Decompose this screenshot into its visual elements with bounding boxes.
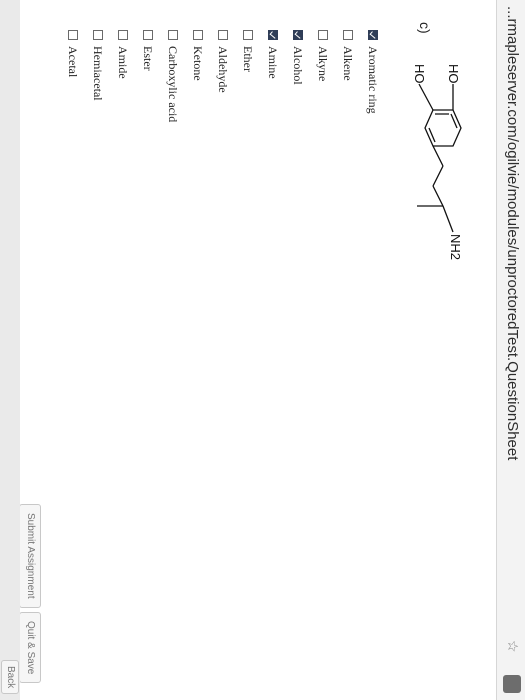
photo-stage: ...rmapleserver.com/ogilvie/modules/unpr… (0, 0, 525, 700)
checkbox[interactable] (343, 30, 353, 40)
bottom-toolbar: Back (0, 0, 20, 700)
checkbox[interactable] (243, 30, 253, 40)
option-label: Ketone (191, 46, 206, 81)
checkbox[interactable] (218, 30, 228, 40)
benzene-ring (424, 109, 462, 147)
checkbox[interactable] (168, 30, 178, 40)
checkbox[interactable] (318, 30, 328, 40)
checkbox[interactable] (193, 30, 203, 40)
option-row[interactable]: Hemiacetal (88, 30, 108, 122)
url-text[interactable]: ...rmapleserver.com/ogilvie/modules/unpr… (504, 6, 521, 460)
address-bar[interactable]: ...rmapleserver.com/ogilvie/modules/unpr… (496, 0, 525, 700)
question-label: c) (417, 22, 433, 34)
hydroxyl-bottom: HO (412, 64, 427, 84)
browser-page: ...rmapleserver.com/ogilvie/modules/unpr… (0, 0, 525, 700)
checkbox[interactable] (293, 30, 303, 40)
option-label: Ether (241, 46, 256, 72)
quit-and-save-button[interactable]: Quit & Save (19, 612, 41, 684)
extension-icon[interactable] (503, 675, 521, 693)
option-row[interactable]: Amine (263, 30, 283, 122)
option-row[interactable]: Acetal (63, 30, 83, 122)
checkbox[interactable] (68, 30, 78, 40)
option-row[interactable]: Alcohol (288, 30, 308, 122)
molecule-structure: HO HO NH2 (412, 64, 463, 260)
amine-group: NH2 (448, 234, 463, 260)
back-button[interactable]: Back (1, 660, 19, 695)
side-chain (417, 83, 454, 233)
option-label: Carboxylic acid (166, 46, 181, 123)
checkbox[interactable] (118, 30, 128, 40)
option-row[interactable]: Carboxylic acid (163, 30, 183, 122)
option-row[interactable]: Alkyne (313, 30, 333, 122)
submit-assignment-button[interactable]: Submit Assignment (19, 504, 41, 608)
option-row[interactable]: Aromatic ring (363, 30, 383, 122)
checkbox[interactable] (268, 30, 278, 40)
checkbox[interactable] (93, 30, 103, 40)
functional-group-options: Aromatic ring Alkene Alkyne Alcohol Amine Eth… (58, 30, 383, 122)
option-label: Acetal (66, 46, 81, 78)
option-row[interactable]: Ketone (188, 30, 208, 122)
option-label: Amide (116, 46, 131, 79)
checkbox[interactable] (368, 30, 378, 40)
option-label: Ester (141, 46, 156, 71)
option-label: Hemiacetal (91, 46, 106, 101)
option-label: Aromatic ring (366, 46, 381, 114)
option-label: Aldehyde (216, 46, 231, 93)
option-row[interactable]: Aldehyde (213, 30, 233, 122)
option-row[interactable]: Ester (138, 30, 158, 122)
option-label: Alkene (341, 46, 356, 81)
option-label: Alkyne (316, 46, 331, 82)
star-icon[interactable]: ☆ (504, 640, 520, 653)
option-row[interactable]: Alkene (338, 30, 358, 122)
option-row[interactable]: Ether (238, 30, 258, 122)
hydroxyl-top: HO (446, 64, 461, 84)
option-label: Amine (266, 46, 281, 79)
checkbox[interactable] (143, 30, 153, 40)
option-row[interactable]: Amide (113, 30, 133, 122)
option-label: Alcohol (291, 46, 306, 85)
